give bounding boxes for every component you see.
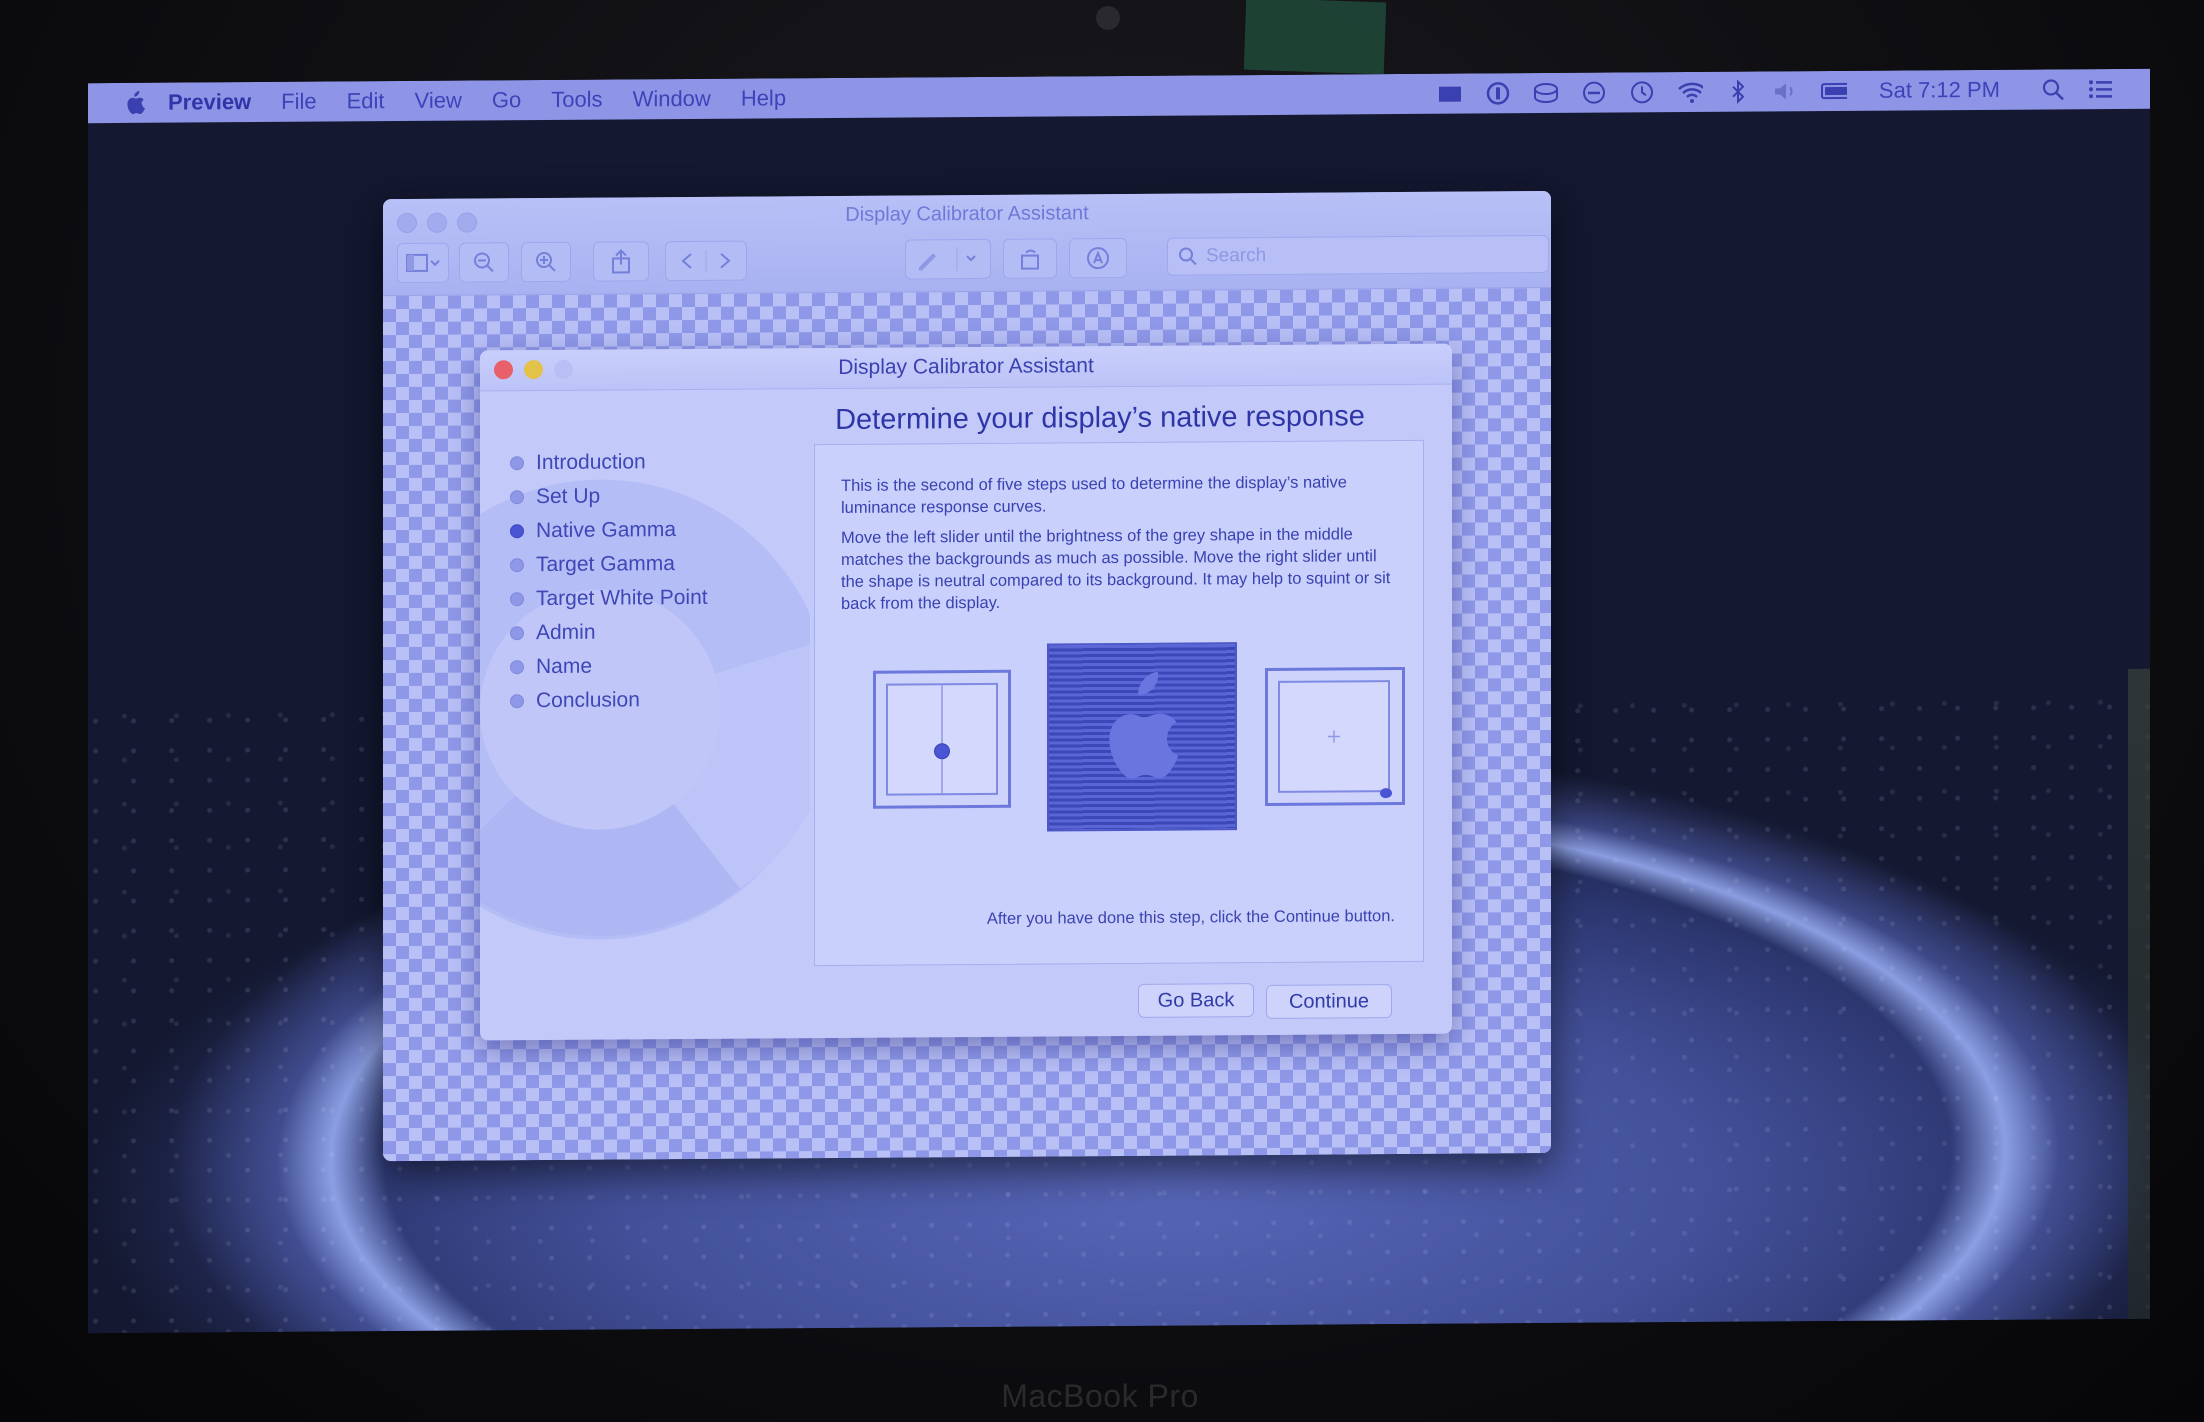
step-target-white-point: Target White Point xyxy=(510,581,708,616)
menu-go[interactable]: Go xyxy=(492,87,521,113)
step-bullet xyxy=(510,660,524,675)
step-bullet xyxy=(510,456,524,471)
spotlight-search-icon[interactable] xyxy=(2040,76,2066,102)
status-area: Sat 7:12 PM xyxy=(1437,69,2114,114)
current-step-bullet xyxy=(510,524,524,539)
search-placeholder: Search xyxy=(1206,244,1267,267)
gamma-test-pattern xyxy=(1047,642,1237,832)
go-back-button[interactable]: Go Back xyxy=(1138,983,1254,1018)
menu-tools[interactable]: Tools xyxy=(551,87,602,113)
step-bullet xyxy=(510,490,524,505)
zoom-in-button[interactable] xyxy=(521,241,571,283)
bluetooth-icon[interactable] xyxy=(1725,79,1751,105)
step-label: Name xyxy=(536,654,593,679)
markup-toolbar-button[interactable] xyxy=(1069,237,1127,279)
dialog-heading: Determine your display’s native response xyxy=(835,400,1365,436)
camera-icon xyxy=(1096,6,1120,30)
menu-clock[interactable]: Sat 7:12 PM xyxy=(1879,77,2000,104)
step-label: Native Gamma xyxy=(536,518,677,543)
desktop-edge xyxy=(2128,668,2150,1334)
screen: Preview File Edit View Go Tools Window H… xyxy=(88,68,2150,1334)
step-conclusion: Conclusion xyxy=(510,683,708,718)
tint-slider-well xyxy=(1278,680,1390,793)
markup-pen-button[interactable] xyxy=(905,238,991,280)
step-native-gamma: Native Gamma xyxy=(510,513,708,548)
preview-toolbar: Search xyxy=(397,234,1549,284)
brightness-slider-pad[interactable] xyxy=(873,669,1011,809)
step-admin: Admin xyxy=(510,615,708,650)
apple-menu-icon[interactable] xyxy=(120,89,148,117)
continue-hint: After you have done this step, click the… xyxy=(986,907,1395,928)
dialog-title: Display Calibrator Assistant xyxy=(838,354,1094,379)
password-manager-icon[interactable] xyxy=(1485,80,1511,106)
step-label: Introduction xyxy=(536,450,646,475)
search-icon xyxy=(1179,247,1197,266)
menu-edit[interactable]: Edit xyxy=(347,88,385,114)
tint-slider-knob[interactable] xyxy=(1380,788,1392,799)
tint-crosshair-icon xyxy=(1328,730,1340,743)
do-not-disturb-icon[interactable] xyxy=(1581,80,1607,106)
battery-icon[interactable] xyxy=(1820,78,1847,104)
instructions-panel: This is the second of five steps used to… xyxy=(814,439,1424,967)
continue-button[interactable]: Continue xyxy=(1266,984,1392,1019)
sidebar-toggle-button[interactable] xyxy=(397,242,449,284)
step-label: Target Gamma xyxy=(536,552,675,577)
menu-help[interactable]: Help xyxy=(741,85,786,111)
step-name: Name xyxy=(510,649,708,684)
steps-list: Introduction Set Up Native Gamma Target … xyxy=(510,445,708,718)
menu-app-name[interactable]: Preview xyxy=(168,89,251,116)
menu-file[interactable]: File xyxy=(281,89,316,115)
menu-window[interactable]: Window xyxy=(633,86,711,113)
zoom-out-button[interactable] xyxy=(459,242,509,283)
brightness-slider-track xyxy=(941,685,943,794)
calibrator-dialog: Display Calibrator Assistant Determine y… xyxy=(480,343,1452,1041)
volume-icon[interactable] xyxy=(1773,78,1799,104)
preview-window-title: Display Calibrator Assistant xyxy=(845,202,1089,226)
rotate-button[interactable] xyxy=(1003,238,1057,279)
menu-view[interactable]: View xyxy=(415,88,462,114)
time-machine-icon[interactable] xyxy=(1629,79,1655,105)
step-target-gamma: Target Gamma xyxy=(510,547,708,582)
macbook-pro-label: MacBook Pro xyxy=(1001,1378,1199,1414)
step-set-up: Set Up xyxy=(510,479,708,514)
step-bullet xyxy=(510,592,524,607)
tint-slider-pad[interactable] xyxy=(1265,667,1405,806)
step-label: Set Up xyxy=(536,484,601,509)
instructions-paragraph-2: Move the left slider until the brightnes… xyxy=(841,525,1391,613)
step-introduction: Introduction xyxy=(510,445,708,480)
camera-cover xyxy=(1243,0,1387,75)
drive-icon[interactable] xyxy=(1533,80,1559,106)
instructions-paragraph-1: This is the second of five steps used to… xyxy=(841,473,1347,517)
share-button[interactable] xyxy=(593,241,649,282)
notification-center-icon[interactable] xyxy=(2088,76,2114,102)
dialog-titlebar[interactable]: Display Calibrator Assistant xyxy=(480,343,1452,392)
step-bullet xyxy=(510,694,524,709)
wifi-icon[interactable] xyxy=(1677,79,1703,105)
page-navigation[interactable] xyxy=(665,240,747,282)
preview-titlebar[interactable]: Display Calibrator Assistant Search xyxy=(383,190,1551,297)
step-label: Admin xyxy=(536,620,596,645)
brightness-slider-well xyxy=(886,682,998,796)
step-bullet xyxy=(510,626,524,641)
search-input[interactable]: Search xyxy=(1167,234,1549,276)
step-label: Conclusion xyxy=(536,688,640,713)
screen-recording-icon[interactable] xyxy=(1437,81,1463,107)
brightness-slider-knob[interactable] xyxy=(934,743,950,760)
step-bullet xyxy=(510,558,524,573)
step-label: Target White Point xyxy=(536,585,708,611)
apple-logo-icon xyxy=(1109,671,1179,779)
